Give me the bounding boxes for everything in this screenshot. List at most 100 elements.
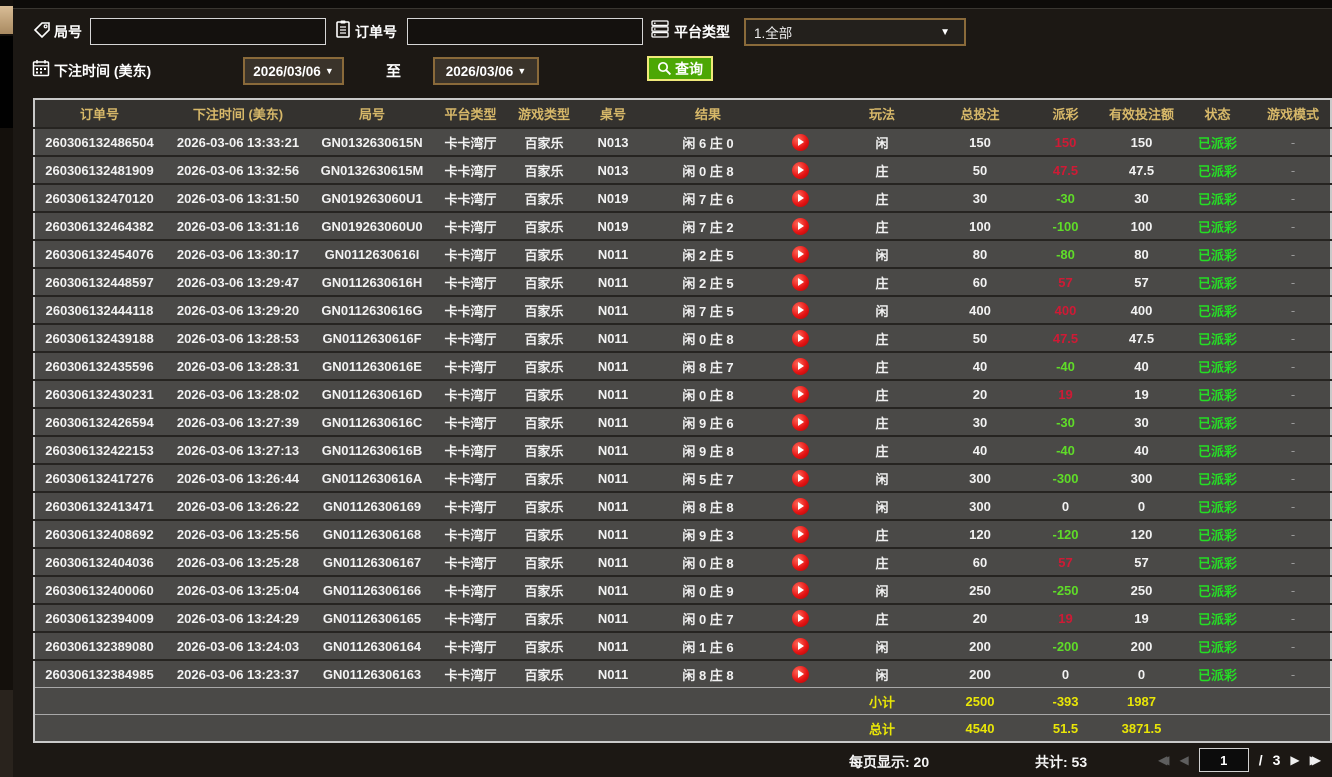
cell-platform: 卡卡湾厅 — [432, 296, 509, 324]
cell-table-number: N011 — [579, 352, 647, 380]
cell-result: 闲 8 庄 8 — [647, 660, 769, 688]
col-header-result: 结果 — [647, 99, 769, 128]
cell-platform: 卡卡湾厅 — [432, 324, 509, 352]
play-icon[interactable] — [791, 301, 809, 319]
cell-round-number: GN0132630615N — [312, 128, 432, 156]
order-number-input[interactable] — [407, 18, 643, 45]
cell-bet-side: 庄 — [831, 212, 933, 240]
cell-replay — [769, 128, 831, 156]
play-icon[interactable] — [791, 525, 809, 543]
cell-payout: 400 — [1027, 296, 1104, 324]
cell-game-mode: - — [1256, 156, 1331, 184]
cell-game-type: 百家乐 — [509, 492, 579, 520]
cell-result: 闲 9 庄 6 — [647, 408, 769, 436]
bet-record-row: 260306132422153 2026-03-06 13:27:13 GN01… — [34, 436, 1331, 464]
bet-record-row: 260306132400060 2026-03-06 13:25:04 GN01… — [34, 576, 1331, 604]
cell-result: 闲 2 庄 5 — [647, 268, 769, 296]
cell-table-number: N011 — [579, 408, 647, 436]
play-icon[interactable] — [791, 413, 809, 431]
cell-round-number: GN0112630616D — [312, 380, 432, 408]
cell-game-mode: - — [1256, 660, 1331, 688]
search-button[interactable]: 查询 — [647, 56, 713, 81]
cell-order-number: 260306132422153 — [34, 436, 164, 464]
play-icon[interactable] — [791, 469, 809, 487]
cell-game-type: 百家乐 — [509, 464, 579, 492]
per-page-count: 每页显示: 20 — [849, 754, 930, 770]
play-icon[interactable] — [791, 609, 809, 627]
cell-valid-bet: 40 — [1104, 436, 1179, 464]
play-icon[interactable] — [791, 665, 809, 683]
cell-result: 闲 0 庄 8 — [647, 156, 769, 184]
cell-payout: 0 — [1027, 492, 1104, 520]
calendar-icon — [32, 59, 50, 77]
cell-bet-time: 2026-03-06 13:32:56 — [164, 156, 312, 184]
chevron-down-icon: ▼ — [940, 26, 950, 38]
cell-bet-time: 2026-03-06 13:27:13 — [164, 436, 312, 464]
play-icon[interactable] — [791, 553, 809, 571]
date-to-select[interactable]: 2026/03/06 ▼ — [433, 57, 539, 85]
background-game-strip — [0, 0, 13, 777]
cell-bet-time: 2026-03-06 13:33:21 — [164, 128, 312, 156]
grand-total-valid-bet: 3871.5 — [1104, 714, 1179, 742]
play-icon[interactable] — [791, 217, 809, 235]
cell-table-number: N011 — [579, 240, 647, 268]
cell-bet-time: 2026-03-06 13:26:44 — [164, 464, 312, 492]
cell-total-bet: 150 — [933, 128, 1027, 156]
round-number-input[interactable] — [90, 18, 326, 45]
cell-result: 闲 0 庄 8 — [647, 324, 769, 352]
play-icon[interactable] — [791, 273, 809, 291]
play-icon[interactable] — [791, 245, 809, 263]
date-to-value: 2026/03/06 — [445, 63, 514, 79]
clipboard-icon — [334, 19, 352, 38]
cell-bet-side: 庄 — [831, 436, 933, 464]
play-icon[interactable] — [791, 161, 809, 179]
next-page-icon[interactable]: ▶ — [1290, 749, 1299, 771]
round-number-label: 局号 — [54, 24, 82, 40]
play-icon[interactable] — [791, 637, 809, 655]
cell-order-number: 260306132439188 — [34, 324, 164, 352]
play-icon[interactable] — [791, 441, 809, 459]
total-record-count: 共计: 53 — [1035, 754, 1088, 770]
first-page-icon[interactable]: ◀◀ — [1158, 749, 1170, 771]
platform-type-select[interactable]: 1.全部 ▼ — [744, 18, 966, 46]
play-icon[interactable] — [791, 385, 809, 403]
cell-payout: 57 — [1027, 548, 1104, 576]
last-page-icon[interactable]: ▶▶ — [1310, 749, 1322, 771]
cell-round-number: GN01126306165 — [312, 604, 432, 632]
page-number-input[interactable] — [1198, 748, 1249, 772]
cell-payout: 47.5 — [1027, 156, 1104, 184]
cell-bet-side: 庄 — [831, 184, 933, 212]
date-from-select[interactable]: 2026/03/06 ▼ — [243, 57, 344, 85]
cell-total-bet: 400 — [933, 296, 1027, 324]
cell-game-type: 百家乐 — [509, 520, 579, 548]
play-icon[interactable] — [791, 581, 809, 599]
prev-page-icon[interactable]: ◀ — [1179, 749, 1188, 771]
cell-round-number: GN0112630616E — [312, 352, 432, 380]
cell-valid-bet: 120 — [1104, 520, 1179, 548]
cell-replay — [769, 632, 831, 660]
cell-table-number: N011 — [579, 268, 647, 296]
play-icon[interactable] — [791, 133, 809, 151]
cell-order-number: 260306132454076 — [34, 240, 164, 268]
cell-order-number: 260306132444118 — [34, 296, 164, 324]
cell-table-number: N013 — [579, 128, 647, 156]
play-icon[interactable] — [791, 357, 809, 375]
cell-game-mode: - — [1256, 576, 1331, 604]
cell-total-bet: 30 — [933, 408, 1027, 436]
cell-bet-time: 2026-03-06 13:23:37 — [164, 660, 312, 688]
cell-status: 已派彩 — [1179, 324, 1256, 352]
cell-bet-time: 2026-03-06 13:31:50 — [164, 184, 312, 212]
cell-order-number: 260306132426594 — [34, 408, 164, 436]
play-icon[interactable] — [791, 329, 809, 347]
cell-game-type: 百家乐 — [509, 128, 579, 156]
cell-game-mode: - — [1256, 380, 1331, 408]
play-icon[interactable] — [791, 189, 809, 207]
cell-game-type: 百家乐 — [509, 660, 579, 688]
bet-record-row: 260306132435596 2026-03-06 13:28:31 GN01… — [34, 352, 1331, 380]
cell-payout: -40 — [1027, 352, 1104, 380]
play-icon[interactable] — [791, 497, 809, 515]
cell-replay — [769, 576, 831, 604]
cell-total-bet: 200 — [933, 660, 1027, 688]
cell-replay — [769, 240, 831, 268]
subtotal-payout: -393 — [1027, 687, 1104, 715]
